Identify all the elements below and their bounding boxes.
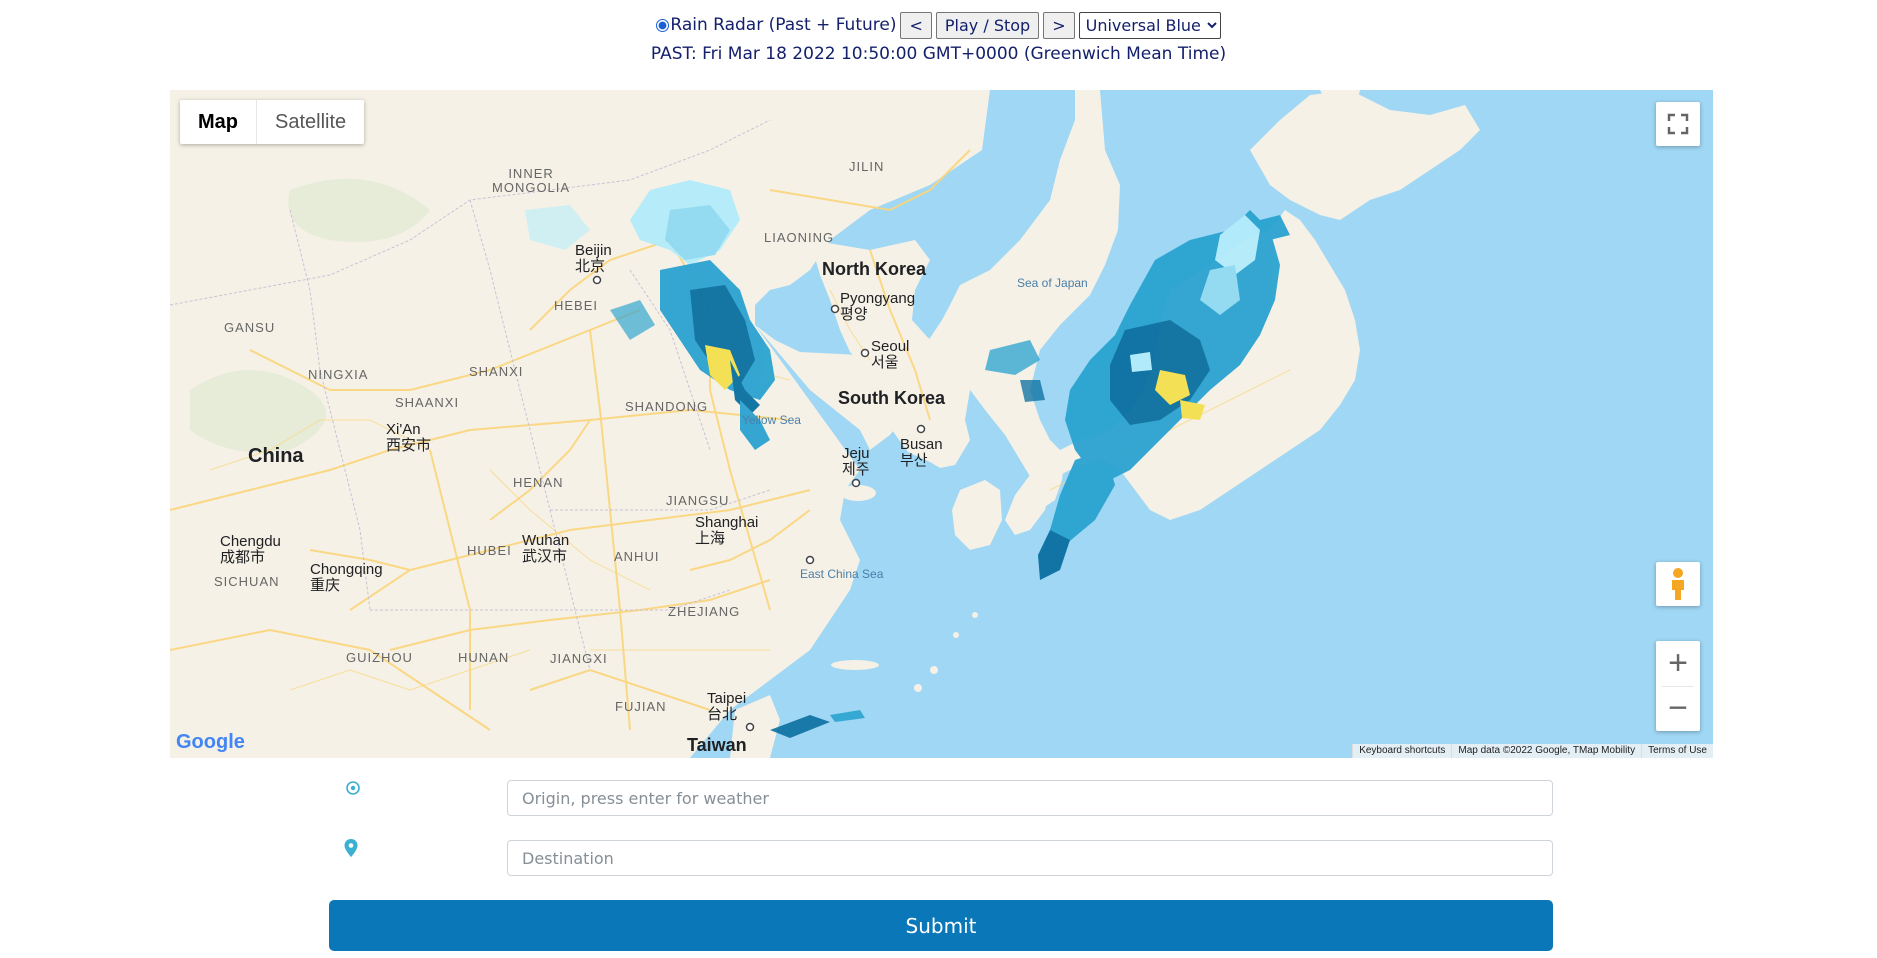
weather-map[interactable]: China North Korea South Korea Taiwan INN… (170, 90, 1713, 758)
label-liaoning: LIAONING (764, 230, 835, 245)
map-data-text: Map data ©2022 Google, TMap Mobility (1451, 744, 1642, 758)
label-xian: Xi'An 西安市 (386, 421, 432, 454)
zoom-in-button[interactable]: + (1656, 641, 1700, 686)
label-yellow-sea: Yellow Sea (742, 413, 801, 427)
label-shanxi: SHANXI (469, 364, 524, 379)
label-fujian: FUJIAN (615, 699, 667, 714)
rain-radar-label: Rain Radar (Past + Future) (670, 15, 897, 35)
radar-timestamp: PAST: Fri Mar 18 2022 10:50:00 GMT+0000 … (650, 44, 1227, 64)
zoom-out-button[interactable]: − (1656, 686, 1700, 731)
label-guizhou: GUIZHOU (346, 650, 413, 665)
map-type-satellite-button[interactable]: Satellite (256, 100, 364, 144)
destination-pin-icon (344, 839, 358, 857)
pegman-icon (1672, 568, 1684, 600)
label-ningxia: NINGXIA (308, 367, 369, 382)
label-shaanxi: SHAANXI (395, 395, 460, 410)
label-shandong: SHANDONG (625, 399, 709, 414)
label-anhui: ANHUI (614, 549, 660, 564)
label-china: China (248, 445, 304, 467)
label-wuhan: Wuhan 武汉市 (522, 532, 570, 565)
map-attribution: Keyboard shortcuts Map data ©2022 Google… (1352, 744, 1713, 758)
label-beijing: Beijin 北京 (575, 242, 612, 275)
prev-frame-button[interactable]: < (900, 11, 932, 39)
label-sea-of-japan: Sea of Japan (1017, 276, 1088, 290)
google-logo[interactable]: Google (176, 731, 245, 754)
label-busan: Busan 부산 (900, 436, 943, 469)
keyboard-shortcuts-link[interactable]: Keyboard shortcuts (1352, 744, 1452, 758)
label-hunan: HUNAN (458, 650, 510, 665)
label-shanghai: Shanghai 上海 (695, 514, 759, 547)
next-frame-button[interactable]: > (1043, 11, 1075, 39)
play-stop-button[interactable]: Play / Stop (935, 11, 1040, 39)
label-south-korea: South Korea (838, 388, 946, 408)
label-jeju: Jeju 제주 (842, 445, 870, 478)
label-hubei: HUBEI (467, 543, 512, 558)
label-sichuan: SICHUAN (214, 574, 280, 589)
map-type-control: Map Satellite (180, 100, 365, 144)
zoom-separator (1662, 686, 1694, 687)
map-type-map-button[interactable]: Map (180, 100, 256, 144)
radar-controls: Rain Radar (Past + Future) < Play / Stop… (0, 11, 1877, 39)
rain-radar-option[interactable]: Rain Radar (Past + Future) (656, 15, 896, 35)
color-scheme-select[interactable]: Universal Blue (1078, 11, 1221, 39)
label-zhejiang: ZHEJIANG (668, 604, 741, 619)
label-seoul: Seoul 서울 (871, 338, 910, 371)
fullscreen-button[interactable] (1656, 102, 1700, 146)
terms-of-use-link[interactable]: Terms of Use (1641, 744, 1713, 758)
label-east-china-sea: East China Sea (800, 567, 884, 581)
submit-button[interactable]: Submit (329, 900, 1553, 951)
destination-input[interactable] (507, 840, 1553, 876)
google-logo-text: Google (176, 731, 245, 753)
label-jiangsu: JIANGSU (666, 493, 730, 508)
origin-input[interactable] (507, 780, 1553, 816)
origin-target-icon (346, 781, 360, 795)
label-chengdu: Chengdu 成都市 (220, 533, 281, 566)
fullscreen-icon (1667, 113, 1689, 135)
label-jilin: JILIN (849, 159, 885, 174)
rain-radar-radio[interactable] (656, 18, 670, 32)
label-jiangxi: JIANGXI (550, 651, 608, 666)
label-taipei: Taipei 台北 (707, 690, 747, 723)
label-chongqing: Chongqing 重庆 (310, 561, 383, 594)
label-gansu: GANSU (224, 320, 276, 335)
zoom-control: + − (1656, 641, 1700, 731)
label-pyongyang: Pyongyang 평양 (840, 290, 916, 323)
label-inner-mongolia: INNER MONGOLIA (492, 166, 571, 195)
street-view-button[interactable] (1656, 562, 1700, 606)
label-taiwan: Taiwan (687, 735, 747, 755)
label-north-korea: North Korea (822, 259, 927, 279)
label-hebei: HEBEI (554, 298, 599, 313)
label-henan: HENAN (513, 475, 564, 490)
